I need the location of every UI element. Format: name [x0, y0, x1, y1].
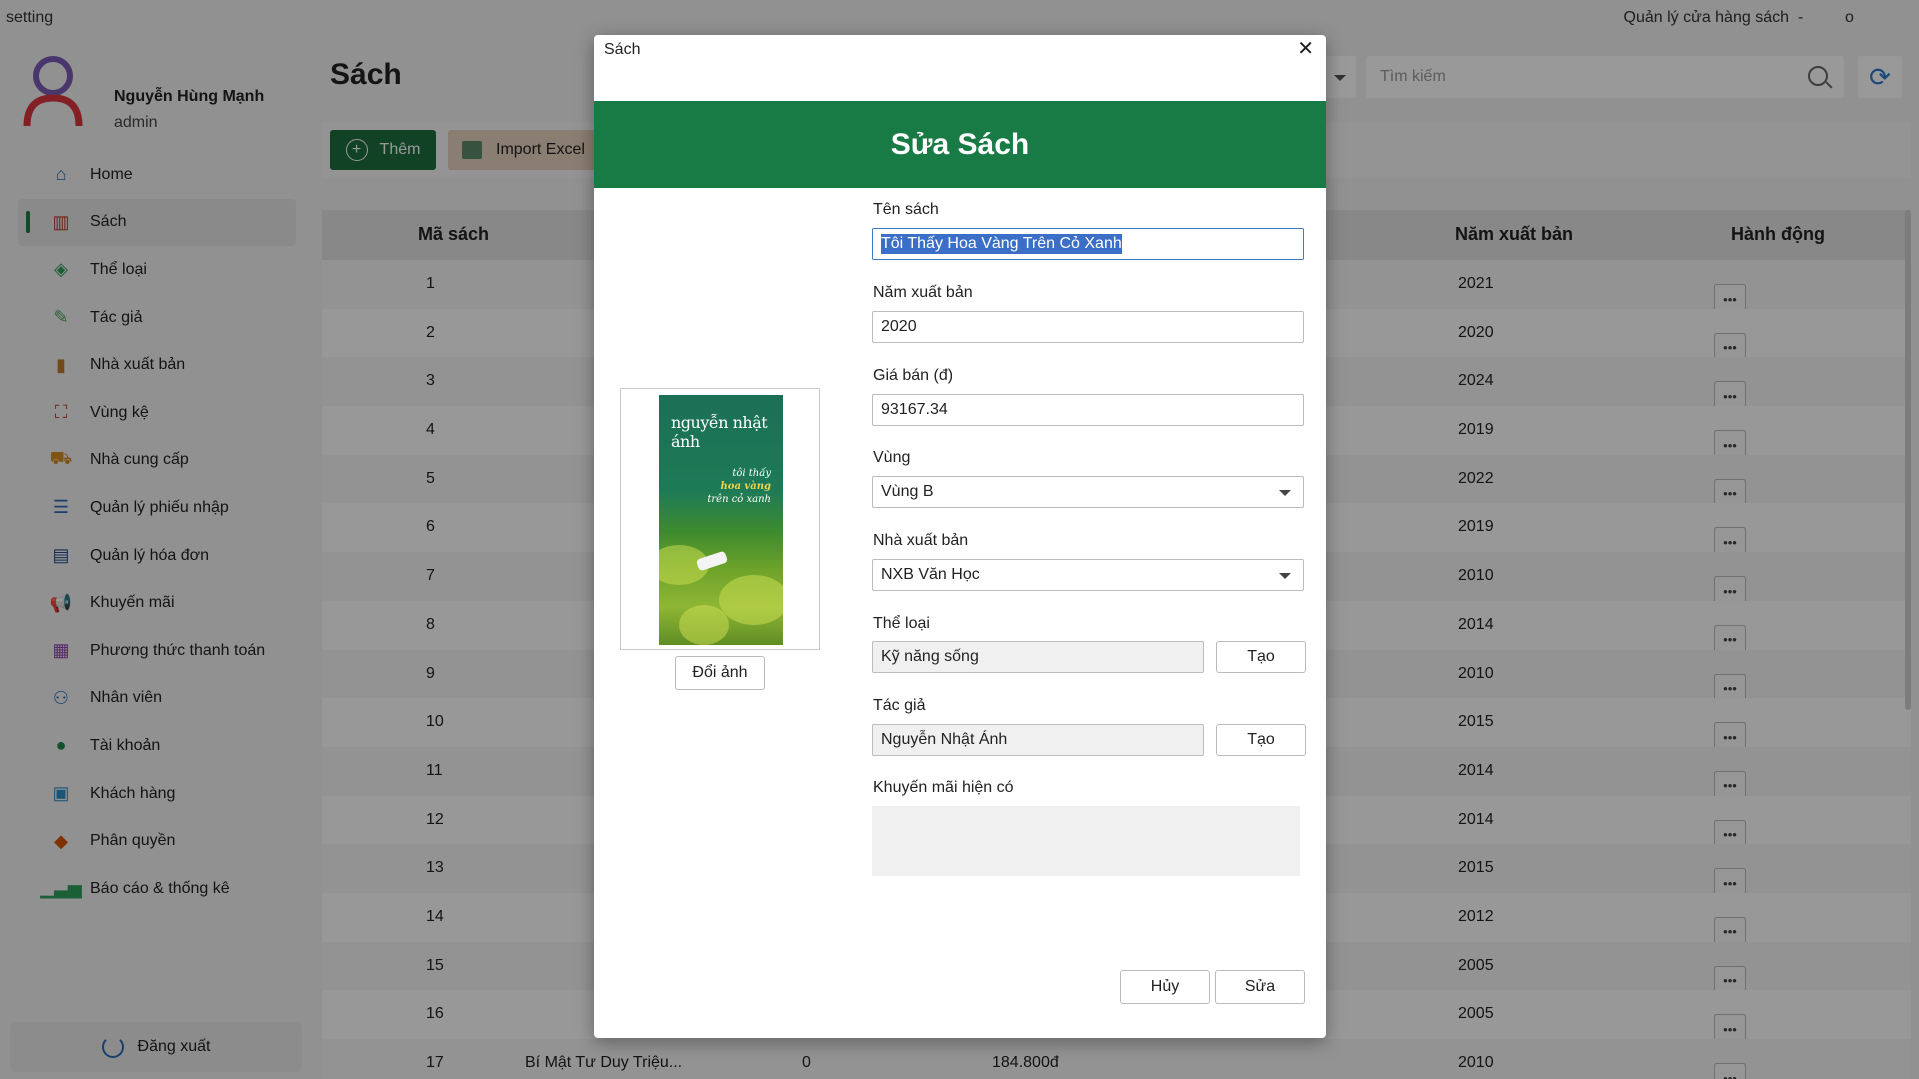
- create-author-button[interactable]: Tạo: [1216, 724, 1306, 756]
- name-label: Tên sách: [873, 201, 939, 218]
- create-genre-button[interactable]: Tạo: [1216, 641, 1306, 673]
- author-label: Tác giả: [873, 697, 926, 714]
- year-field[interactable]: 2020: [872, 311, 1304, 343]
- publisher-select[interactable]: NXB Văn Học: [872, 559, 1304, 591]
- book-cover-image: nguyễn nhật ánh tôi thấy hoa vàng trên c…: [659, 395, 783, 645]
- submit-edit-button[interactable]: Sửa: [1215, 970, 1305, 1004]
- cancel-button[interactable]: Hủy: [1120, 970, 1210, 1004]
- price-label: Giá bán (đ): [873, 367, 954, 384]
- genre-field[interactable]: Kỹ năng sống: [872, 641, 1204, 673]
- book-name-value: Tôi Thấy Hoa Vàng Trên Cỏ Xanh: [881, 234, 1122, 254]
- zone-label: Vùng: [873, 449, 911, 466]
- dialog-title-bar: Sách ✕: [594, 35, 1326, 65]
- change-image-button[interactable]: Đổi ảnh: [675, 656, 765, 690]
- cover-author: nguyễn nhật ánh: [671, 413, 768, 451]
- genre-label: Thể loại: [873, 615, 930, 632]
- price-field[interactable]: 93167.34: [872, 394, 1304, 426]
- promo-label: Khuyến mãi hiện có: [873, 779, 1014, 796]
- dialog-window-title: Sách: [604, 41, 641, 58]
- close-icon[interactable]: ✕: [1297, 39, 1314, 59]
- dialog-heading: Sửa Sách: [594, 101, 1326, 188]
- edit-book-dialog: Sách ✕ Sửa Sách nguyễn nhật ánh tôi thấy…: [594, 35, 1326, 1038]
- book-name-field[interactable]: Tôi Thấy Hoa Vàng Trên Cỏ Xanh: [872, 228, 1304, 260]
- publisher-label: Nhà xuất bản: [873, 532, 969, 549]
- zone-select[interactable]: Vùng B: [872, 476, 1304, 508]
- promotions-list[interactable]: [872, 806, 1300, 876]
- book-cover-frame: nguyễn nhật ánh tôi thấy hoa vàng trên c…: [620, 388, 820, 650]
- author-field[interactable]: Nguyễn Nhật Ánh: [872, 724, 1204, 756]
- year-label: Năm xuất bản: [873, 284, 973, 301]
- cover-title: tôi thấy hoa vàng trên cỏ xanh: [707, 468, 771, 505]
